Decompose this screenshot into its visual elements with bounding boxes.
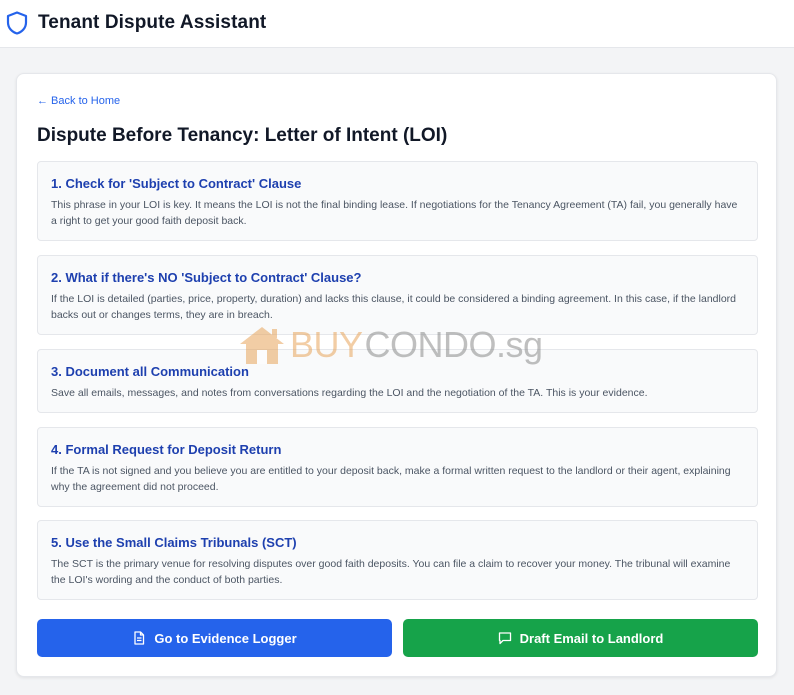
shield-icon bbox=[6, 11, 28, 35]
step-title: 3. Document all Communication bbox=[51, 364, 249, 379]
draft-email-label: Draft Email to Landlord bbox=[519, 630, 664, 646]
step-card-3: 3. Document all Communication Save all e… bbox=[37, 349, 758, 413]
step-description: The SCT is the primary venue for resolvi… bbox=[51, 558, 731, 586]
step-description: If the TA is not signed and you believe … bbox=[51, 465, 731, 493]
app-title: Tenant Dispute Assistant bbox=[38, 12, 267, 33]
content-card: ← Back to Home Dispute Before Tenancy: L… bbox=[16, 73, 777, 677]
back-to-home-link[interactable]: ← Back to Home bbox=[37, 95, 120, 107]
evidence-logger-label: Go to Evidence Logger bbox=[154, 630, 297, 646]
step-title: 2. What if there's NO 'Subject to Contra… bbox=[51, 270, 362, 285]
step-description: Save all emails, messages, and notes fro… bbox=[51, 387, 648, 399]
step-card-2: 2. What if there's NO 'Subject to Contra… bbox=[37, 255, 758, 335]
step-title: 1. Check for 'Subject to Contract' Claus… bbox=[51, 176, 302, 191]
step-card-4: 4. Formal Request for Deposit Return If … bbox=[37, 427, 758, 507]
page-title: Dispute Before Tenancy: Letter of Intent… bbox=[37, 125, 448, 146]
evidence-logger-button[interactable]: Go to Evidence Logger bbox=[37, 619, 392, 657]
step-description: If the LOI is detailed (parties, price, … bbox=[51, 293, 737, 321]
step-title: 4. Formal Request for Deposit Return bbox=[51, 442, 282, 457]
draft-email-button[interactable]: Draft Email to Landlord bbox=[403, 619, 758, 657]
step-title: 5. Use the Small Claims Tribunals (SCT) bbox=[51, 535, 297, 550]
step-card-5: 5. Use the Small Claims Tribunals (SCT) … bbox=[37, 520, 758, 600]
top-bar: Tenant Dispute Assistant bbox=[0, 0, 794, 48]
step-description: This phrase in your LOI is key. It means… bbox=[51, 199, 738, 227]
document-icon bbox=[134, 631, 145, 645]
step-card-1: 1. Check for 'Subject to Contract' Claus… bbox=[37, 161, 758, 241]
chat-bubble-icon bbox=[498, 632, 511, 645]
